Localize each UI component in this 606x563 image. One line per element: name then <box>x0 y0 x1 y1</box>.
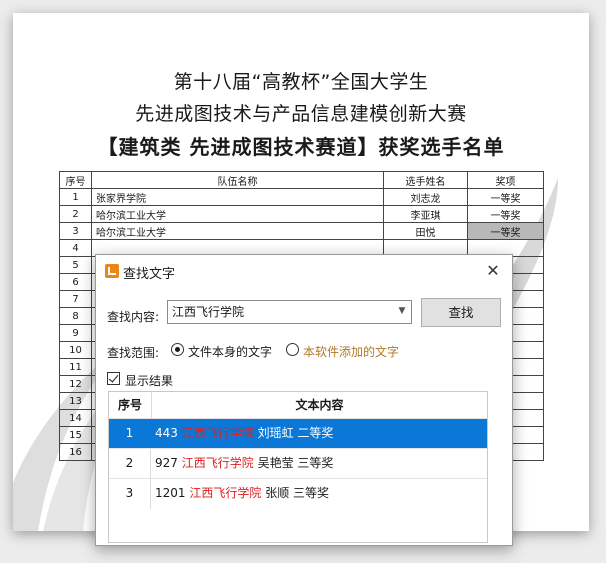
result-id: 443 <box>155 426 178 440</box>
doc-title-line1: 第十八届“高教杯”全国大学生 <box>173 71 429 93</box>
dialog-title: 查找文字 <box>123 267 176 282</box>
table-row: 1 张家界学院 刘志龙 一等奖 <box>59 188 544 206</box>
row-num: 12 <box>59 375 92 393</box>
list-item[interactable]: 3 1201 江西飞行学院 张顺 三等奖 <box>109 478 487 509</box>
row-num: 11 <box>59 358 92 376</box>
app-logo-icon <box>105 264 119 278</box>
row-num: 4 <box>59 239 92 257</box>
row-team: 哈尔滨工业大学 <box>91 205 384 223</box>
row-num: 13 <box>59 392 92 410</box>
show-results-checkbox[interactable] <box>107 372 120 385</box>
row-num: 15 <box>59 426 92 444</box>
doc-title-line2: 先进成图技术与产品信息建模创新大赛 <box>135 103 467 125</box>
result-rest: 吴艳莹 三等奖 <box>257 456 334 470</box>
results-header: 序号 文本内容 <box>109 392 487 418</box>
table-header-row: 序号 队伍名称 选手姓名 奖项 <box>59 171 544 189</box>
result-rest: 张顺 三等奖 <box>265 486 330 500</box>
result-rest: 刘瑶虹 二等奖 <box>257 426 334 440</box>
row-num: 8 <box>59 307 92 325</box>
row-award: 一等奖 <box>467 205 544 223</box>
col-header-team: 队伍名称 <box>91 171 384 189</box>
row-name: 刘志龙 <box>383 188 468 206</box>
row-num: 14 <box>59 409 92 427</box>
result-seq: 2 <box>109 449 151 479</box>
result-text: 1201 江西飞行学院 张顺 三等奖 <box>155 479 487 509</box>
find-content-input[interactable] <box>172 301 391 323</box>
table-row: 3 哈尔滨工业大学 田悦 一等奖 <box>59 222 544 240</box>
scope-file-text-label[interactable]: 文件本身的文字 <box>188 343 272 360</box>
row-num: 2 <box>59 205 92 223</box>
col-header-seq: 序号 <box>59 171 92 189</box>
row-name: 李亚琪 <box>383 205 468 223</box>
find-text-dialog: 查找文字 ✕ 查找内容: ▼ 查找 查找范围: 文件本身的文字 本软件添加的文字… <box>95 254 513 546</box>
row-team: 张家界学院 <box>91 188 384 206</box>
find-button[interactable]: 查找 <box>421 298 501 327</box>
row-num: 3 <box>59 222 92 240</box>
doc-title-line3: 【建筑类 先进成图技术赛道】获奖选手名单 <box>97 135 505 159</box>
row-num: 5 <box>59 256 92 274</box>
row-num: 16 <box>59 443 92 461</box>
row-team: 哈尔滨工业大学 <box>91 222 384 240</box>
scope-added-text-label[interactable]: 本软件添加的文字 <box>303 343 399 360</box>
dialog-titlebar[interactable]: 查找文字 ✕ <box>96 255 512 288</box>
list-item[interactable]: 1 443 江西飞行学院 刘瑶虹 二等奖 <box>109 418 487 449</box>
row-name: 田悦 <box>383 222 468 240</box>
result-id: 927 <box>155 456 178 470</box>
row-award: 一等奖 <box>467 188 544 206</box>
scope-added-text-radio[interactable] <box>286 343 299 356</box>
result-text: 443 江西飞行学院 刘瑶虹 二等奖 <box>155 419 487 449</box>
close-icon[interactable]: ✕ <box>480 258 506 284</box>
col-header-name: 选手姓名 <box>383 171 468 189</box>
chevron-down-icon[interactable]: ▼ <box>397 306 407 316</box>
result-hit: 江西飞行学院 <box>181 456 254 470</box>
col-header-award: 奖项 <box>467 171 544 189</box>
results-header-seq: 序号 <box>109 392 152 418</box>
result-text: 927 江西飞行学院 吴艳莹 三等奖 <box>155 449 487 479</box>
results-list[interactable]: 序号 文本内容 1 443 江西飞行学院 刘瑶虹 二等奖 2 927 江西飞行学… <box>108 391 488 543</box>
result-hit: 江西飞行学院 <box>181 426 254 440</box>
find-content-combobox[interactable]: ▼ <box>167 300 412 324</box>
find-content-label: 查找内容: <box>107 310 160 324</box>
results-header-text: 文本内容 <box>295 398 344 412</box>
find-scope-label: 查找范围: <box>107 346 160 360</box>
row-num: 1 <box>59 188 92 206</box>
row-award: 一等奖 <box>467 222 544 240</box>
scope-file-text-radio[interactable] <box>171 343 184 356</box>
table-row: 2 哈尔滨工业大学 李亚琪 一等奖 <box>59 205 544 223</box>
row-num: 10 <box>59 341 92 359</box>
row-num: 7 <box>59 290 92 308</box>
result-seq: 3 <box>109 479 151 509</box>
row-num: 9 <box>59 324 92 342</box>
row-num: 6 <box>59 273 92 291</box>
result-id: 1201 <box>155 486 186 500</box>
result-seq: 1 <box>109 419 151 449</box>
result-hit: 江西飞行学院 <box>189 486 262 500</box>
show-results-label[interactable]: 显示结果 <box>125 372 173 389</box>
list-item[interactable]: 2 927 江西飞行学院 吴艳莹 三等奖 <box>109 448 487 479</box>
